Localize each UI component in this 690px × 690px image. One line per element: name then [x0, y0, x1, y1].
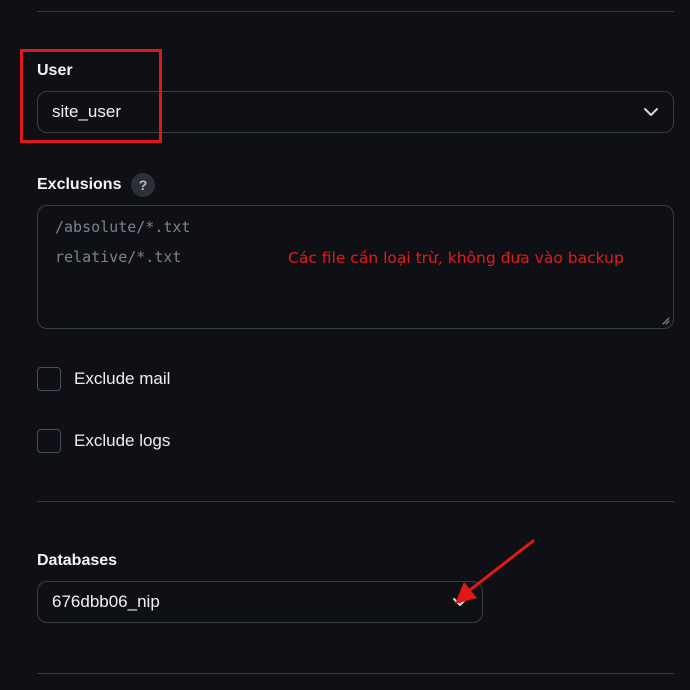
databases-select-value: 676dbb06_nip — [52, 592, 160, 611]
chevron-down-icon — [453, 598, 467, 606]
databases-select[interactable]: 676dbb06_nip — [37, 581, 483, 623]
exclude-logs-label[interactable]: Exclude logs — [74, 431, 170, 451]
exclusions-textarea[interactable]: /absolute/*.txt relative/*.txt — [37, 205, 674, 329]
databases-label: Databases — [37, 552, 118, 569]
exclude-mail-label[interactable]: Exclude mail — [74, 369, 170, 389]
chevron-down-icon — [644, 108, 658, 116]
section-divider-top — [37, 11, 674, 12]
exclusions-placeholder-line: relative/*.txt — [55, 248, 182, 266]
exclusions-label: Exclusions — [37, 176, 122, 193]
resize-grip-icon[interactable] — [660, 315, 670, 325]
section-divider-middle — [37, 501, 674, 502]
exclusions-placeholder-line: /absolute/*.txt — [55, 218, 191, 236]
red-highlight-box — [20, 49, 162, 143]
backup-settings-panel: User site_user Exclusions ? /absolute/*.… — [0, 0, 690, 690]
exclude-logs-checkbox[interactable] — [37, 429, 61, 453]
section-divider-bottom — [37, 673, 674, 674]
help-icon[interactable]: ? — [131, 173, 155, 197]
annotation-text: Các file cần loại trừ, không đưa vào bac… — [288, 249, 624, 267]
exclude-mail-checkbox[interactable] — [37, 367, 61, 391]
